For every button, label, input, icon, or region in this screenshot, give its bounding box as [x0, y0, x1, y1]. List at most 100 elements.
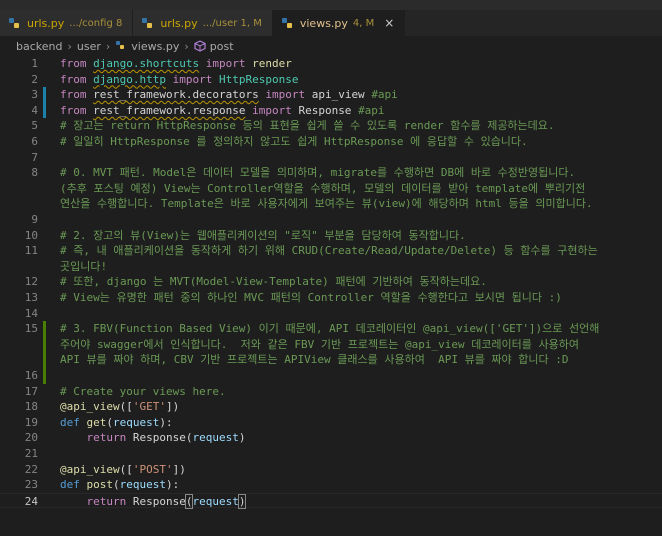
- gutter-added-marker[interactable]: [43, 368, 46, 384]
- code-token: ([: [119, 400, 133, 414]
- chevron-right-icon: ›: [67, 39, 72, 53]
- title-strip: [0, 0, 662, 10]
- code-line[interactable]: 21: [0, 446, 662, 462]
- code-token: get: [86, 415, 107, 429]
- code-text: API 뷰를 짜야 하며, CBV 기반 프로젝트는 APIView 클래스를 …: [60, 352, 569, 368]
- code-token: # 즉, 내 애플리케이션을 동작하게 하기 위해 CRUD(Create/Re…: [60, 244, 598, 258]
- code-text: @api_view(['POST']): [60, 462, 186, 478]
- code-line[interactable]: 24 return Response(request): [0, 492, 662, 509]
- code-line[interactable]: 4 from rest_framework.response import Res…: [0, 102, 662, 119]
- code-token: request: [119, 478, 166, 492]
- code-token: @api_view: [60, 400, 120, 414]
- line-number: 9: [31, 213, 38, 226]
- code-line[interactable]: 6 # 일일히 HttpResponse 를 정의하지 않고도 쉽게 HttpRe…: [0, 134, 662, 150]
- code-line[interactable]: 12 # 또한, django 는 MVT(Model-View-Template…: [0, 274, 662, 290]
- code-token: django.http: [93, 72, 166, 86]
- tab-detail: 4, M: [352, 17, 375, 29]
- code-line[interactable]: (추후 포스팅 예정) View는 Controller역할을 수행하며, 모델…: [0, 181, 662, 197]
- code-line[interactable]: API 뷰를 짜야 하며, CBV 기반 프로젝트는 APIView 클래스를 …: [0, 352, 662, 368]
- code-editor[interactable]: 1 from django.shortcuts import render 2 fro…: [0, 56, 662, 536]
- gutter-added-marker[interactable]: [43, 336, 46, 353]
- code-token: from: [60, 88, 87, 102]
- code-token: import: [205, 57, 246, 70]
- python-file-icon: [115, 40, 127, 52]
- line-number: 3: [31, 88, 38, 102]
- breadcrumb-item-user[interactable]: user: [77, 40, 101, 53]
- code-token: (추후 포스팅 예정) View는 Controller역할을 수행하며, 모델…: [60, 181, 586, 195]
- code-token: # 또한, django 는 MVT(Model-View-Template) …: [60, 275, 487, 289]
- code-token: # 일일히 HttpResponse 를 정의하지 않고도 쉽게 HttpRes…: [60, 135, 528, 148]
- code-line[interactable]: 2 from django.http import HttpResponse: [0, 72, 662, 88]
- line-number: 19: [24, 415, 38, 429]
- gutter-added-marker[interactable]: [43, 352, 46, 368]
- breadcrumb-item-file[interactable]: views.py: [131, 40, 179, 53]
- code-token: post: [86, 478, 114, 492]
- code-token: #api: [371, 88, 398, 102]
- code-token: ): [238, 431, 246, 445]
- code-token: # View는 유명한 패턴 중의 하나인 MVC 패턴의 Controller…: [60, 291, 562, 304]
- code-text: 연산을 수행합니다. Template은 바로 사용자에게 보여주는 뷰(vie…: [60, 196, 593, 212]
- breadcrumb-item-symbol[interactable]: post: [210, 40, 234, 53]
- code-token: ):: [165, 478, 180, 492]
- line-number: 4: [31, 103, 38, 117]
- gutter-modified-marker[interactable]: [43, 87, 46, 103]
- code-line[interactable]: 곳입니다!: [0, 259, 662, 275]
- tab-views[interactable]: views.py 4, M ×: [272, 10, 406, 36]
- breadcrumb-item-backend[interactable]: backend: [16, 40, 62, 53]
- code-line[interactable]: 15 # 3. FBV(Function Based View) 이기 때문에, …: [0, 321, 662, 337]
- code-token: request: [192, 494, 239, 508]
- line-number: 6: [31, 135, 38, 148]
- code-token: 곳입니다!: [60, 259, 108, 273]
- tab-detail: .../user 1, M: [202, 17, 262, 29]
- close-icon[interactable]: ×: [384, 16, 394, 30]
- code-line[interactable]: 8 # 0. MVT 패턴. Model은 데이터 모델을 의미하며, migra…: [0, 165, 662, 181]
- code-token: rest_framework.decorators: [93, 88, 259, 102]
- code-token: return: [86, 494, 127, 508]
- gutter-added-marker[interactable]: [43, 321, 46, 337]
- code-token: import: [252, 103, 292, 117]
- code-line[interactable]: 연산을 수행합니다. Template은 바로 사용자에게 보여주는 뷰(vie…: [0, 196, 662, 212]
- code-text: 곳입니다!: [60, 259, 107, 275]
- line-number: 18: [24, 400, 38, 414]
- code-line[interactable]: 11 # 즉, 내 애플리케이션을 동작하게 하기 위해 CRUD(Create/…: [0, 243, 662, 259]
- code-line[interactable]: 16: [0, 368, 662, 384]
- code-line[interactable]: 5 # 장고는 return HttpResponse 등의 표현을 쉽게 쓸 수…: [0, 118, 662, 134]
- code-text: (추후 포스팅 예정) View는 Controller역할을 수행하며, 모델…: [60, 181, 585, 197]
- gutter-modified-marker[interactable]: [43, 102, 46, 119]
- code-text: # Create your views here.: [60, 384, 226, 400]
- code-token: HttpResponse: [218, 72, 299, 86]
- code-line[interactable]: 14: [0, 306, 662, 322]
- code-token: import: [172, 72, 213, 86]
- line-number: 22: [24, 462, 38, 476]
- code-line[interactable]: 22 @api_view(['POST']): [0, 462, 662, 478]
- code-text: # View는 유명한 패턴 중의 하나인 MVC 패턴의 Controller…: [60, 290, 562, 306]
- code-line[interactable]: 9: [0, 212, 662, 228]
- line-number: 23: [24, 478, 38, 492]
- code-token: from: [60, 57, 87, 70]
- chevron-right-icon: ›: [105, 39, 111, 53]
- code-token: # 0. MVT 패턴. Model은 데이터 모델을 의미하며, migrat…: [60, 166, 576, 180]
- line-number: 5: [31, 119, 38, 133]
- code-line[interactable]: 23 def post(request):: [0, 477, 662, 493]
- code-token: ]): [165, 400, 180, 414]
- code-text: # 장고는 return HttpResponse 등의 표현을 쉽게 쓸 수 …: [60, 118, 555, 134]
- code-line[interactable]: 7: [0, 150, 662, 166]
- code-line[interactable]: 13 # View는 유명한 패턴 중의 하나인 MVC 패턴의 Controll…: [0, 290, 662, 306]
- code-line[interactable]: 17 # Create your views here.: [0, 384, 662, 400]
- code-line[interactable]: 20 return Response(request): [0, 430, 662, 446]
- code-line[interactable]: 3 from rest_framework.decorators import a…: [0, 87, 662, 103]
- tab-urls-user[interactable]: urls.py .../user 1, M: [133, 10, 273, 36]
- code-token: # Create your views here.: [60, 384, 226, 398]
- code-line[interactable]: 1 from django.shortcuts import render: [0, 56, 662, 72]
- line-number: 14: [24, 306, 38, 320]
- code-text: # 즉, 내 애플리케이션을 동작하게 하기 위해 CRUD(Create/Re…: [60, 243, 598, 259]
- code-line[interactable]: 10 # 2. 장고의 뷰(View)는 웹애플리케이션의 "로직" 부분을 담당…: [0, 228, 662, 244]
- code-line[interactable]: 19 def get(request):: [0, 415, 662, 431]
- python-file-icon: [8, 17, 22, 29]
- code-line[interactable]: 주어야 swagger에서 인식합니다. 저와 같은 FBV 기반 프로젝트는 …: [0, 336, 662, 353]
- line-number: 7: [31, 150, 38, 164]
- code-line[interactable]: 18 @api_view(['GET']): [0, 399, 662, 415]
- tab-urls-config[interactable]: urls.py .../config 8: [0, 10, 134, 36]
